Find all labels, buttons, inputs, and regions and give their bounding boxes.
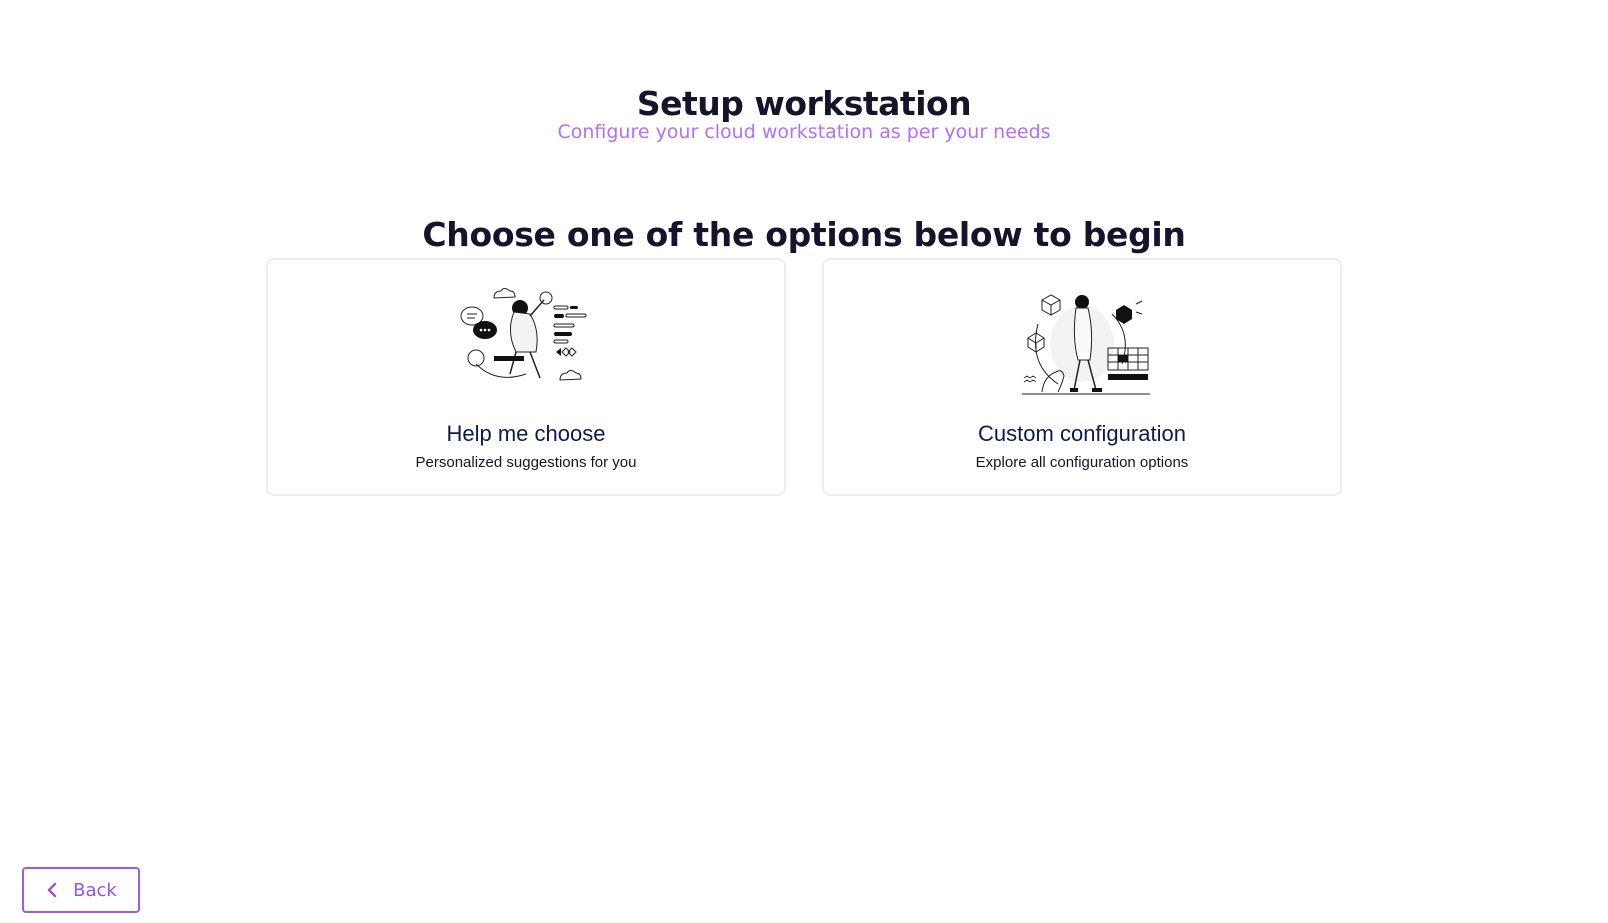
option-card-help-me-choose[interactable]: Help me choose Personalized suggestions …	[266, 258, 786, 496]
back-label: Back	[73, 879, 117, 901]
page-subtitle: Configure your cloud workstation as per …	[557, 121, 1051, 143]
option-card-custom-configuration[interactable]: Custom configuration Explore all configu…	[822, 258, 1342, 496]
option-title: Help me choose	[446, 421, 606, 446]
person-with-cubes-illustration	[1022, 294, 1150, 395]
back-button[interactable]: Back	[22, 867, 140, 913]
person-chatting-illustration	[460, 288, 587, 381]
chevron-left-icon	[47, 882, 57, 898]
option-description: Explore all configuration options	[975, 454, 1189, 471]
option-description: Personalized suggestions for you	[415, 454, 637, 471]
section-heading: Choose one of the options below to begin	[422, 215, 1186, 255]
option-title: Custom configuration	[978, 421, 1186, 446]
page-title: Setup workstation	[636, 84, 972, 124]
